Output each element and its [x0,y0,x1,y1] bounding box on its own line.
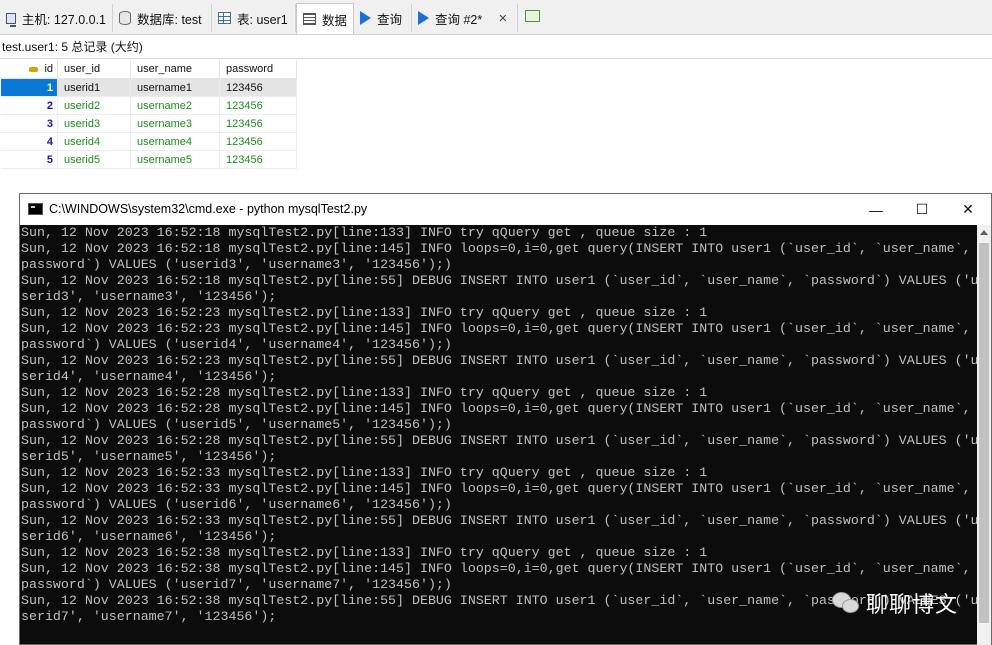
cell-user-name[interactable]: username1 [130,78,220,97]
close-icon[interactable]: ✕ [498,12,507,25]
data-grid: id user_id user_name password 1 userid1 … [1,60,297,169]
cell-password[interactable]: 123456 [219,78,297,97]
console-line: Sun, 12 Nov 2023 16:52:23 mysqlTest2.py[… [21,353,979,368]
table-row[interactable]: 3 userid3 username3 123456 [1,114,297,133]
tab-query-2-label: 查询 #2* [435,12,483,27]
console-line: Sun, 12 Nov 2023 16:52:33 mysqlTest2.py[… [21,481,979,496]
scroll-up-icon[interactable] [980,230,988,235]
tab-data[interactable]: 数据 [296,3,354,34]
cell-user-id[interactable]: userid2 [57,96,131,115]
cell-user-name[interactable]: username2 [130,96,220,115]
database-icon [119,11,131,25]
tab-database[interactable]: 数据库: test [113,4,212,32]
console-line: serid4', 'username4', '123456'); [21,369,277,384]
table-row[interactable]: 4 userid4 username4 123456 [1,132,297,151]
console-line: password`) VALUES ('userid4', 'username4… [21,337,452,352]
divider [0,58,992,59]
tab-table-label: 表: user1 [237,12,288,27]
minimize-button[interactable]: — [853,194,899,225]
cell-id[interactable]: 2 [1,96,58,115]
console-line: Sun, 12 Nov 2023 16:52:18 mysqlTest2.py[… [21,241,979,256]
console-line: Sun, 12 Nov 2023 16:52:28 mysqlTest2.py[… [21,385,708,400]
cell-id[interactable]: 1 [1,78,58,97]
console-line: Sun, 12 Nov 2023 16:52:38 mysqlTest2.py[… [21,545,708,560]
cmd-window: C:\WINDOWS\system32\cmd.exe - python mys… [19,193,992,645]
cell-password[interactable]: 123456 [219,114,297,133]
console-line: Sun, 12 Nov 2023 16:52:33 mysqlTest2.py[… [21,513,979,528]
tab-query-2[interactable]: 查询 #2* ✕ [412,4,518,32]
cell-user-id[interactable]: userid4 [57,132,131,151]
console-line: Sun, 12 Nov 2023 16:52:33 mysqlTest2.py[… [21,465,708,480]
column-header-id[interactable]: id [1,60,58,79]
tab-host-label: 主机: 127.0.0.1 [21,12,106,27]
record-count-info: test.user1: 5 总记录 (大约) [2,40,143,54]
cell-id[interactable]: 3 [1,114,58,133]
console-line: Sun, 12 Nov 2023 16:52:28 mysqlTest2.py[… [21,401,979,416]
cell-password[interactable]: 123456 [219,150,297,169]
console-line: Sun, 12 Nov 2023 16:52:18 mysqlTest2.py[… [21,225,708,240]
cell-password[interactable]: 123456 [219,132,297,151]
console-line: Sun, 12 Nov 2023 16:52:38 mysqlTest2.py[… [21,561,979,576]
column-header-id-label: id [44,63,53,75]
cmd-window-title: C:\WINDOWS\system32\cmd.exe - python mys… [49,202,368,216]
scrollbar-thumb[interactable] [979,243,989,623]
cell-password[interactable]: 123456 [219,96,297,115]
watermark: 聊聊博文 [832,588,958,618]
tab-table[interactable]: 表: user1 [212,4,296,32]
tab-host[interactable]: 主机: 127.0.0.1 [0,4,113,32]
close-button[interactable]: ✕ [945,194,991,225]
host-icon [6,12,16,27]
console-line: password`) VALUES ('userid5', 'username5… [21,417,452,432]
console-line: Sun, 12 Nov 2023 16:52:23 mysqlTest2.py[… [21,305,708,320]
tab-query-label: 查询 [377,12,403,27]
cell-id[interactable]: 5 [1,150,58,169]
tab-database-label: 数据库: test [137,12,202,27]
column-header-password[interactable]: password [219,60,297,79]
console-icon [28,203,43,215]
table-row[interactable]: 1 userid1 username1 123456 [1,78,297,97]
wechat-icon [832,591,860,615]
cell-user-name[interactable]: username4 [130,132,220,151]
maximize-button[interactable]: ☐ [899,194,945,225]
tab-data-label: 数据 [321,13,347,28]
tab-bar: 主机: 127.0.0.1 数据库: test 表: user1 数据 查询 查… [0,0,992,35]
table-row[interactable]: 2 userid2 username2 123456 [1,96,297,115]
primary-key-icon [29,66,39,72]
cell-user-id[interactable]: userid1 [57,78,131,97]
grid-header-row: id user_id user_name password [1,60,297,79]
column-header-user-id[interactable]: user_id [57,60,131,79]
cmd-title-bar[interactable]: C:\WINDOWS\system32\cmd.exe - python mys… [20,194,991,225]
tab-query[interactable]: 查询 [354,4,412,32]
console-line: Sun, 12 Nov 2023 16:52:18 mysqlTest2.py[… [21,273,979,288]
console-line: password`) VALUES ('userid3', 'username3… [21,257,452,272]
cell-user-id[interactable]: userid5 [57,150,131,169]
cell-user-name[interactable]: username5 [130,150,220,169]
console-line: Sun, 12 Nov 2023 16:52:23 mysqlTest2.py[… [21,321,979,336]
console-line: serid5', 'username5', '123456'); [21,449,277,464]
column-header-user-name[interactable]: user_name [130,60,220,79]
cell-user-name[interactable]: username3 [130,114,220,133]
query-run-icon [418,11,429,25]
scrollbar[interactable] [977,225,991,645]
console-line: serid3', 'username3', '123456'); [21,289,277,304]
cell-id[interactable]: 4 [1,132,58,151]
console-line: Sun, 12 Nov 2023 16:52:28 mysqlTest2.py[… [21,433,979,448]
console-line: password`) VALUES ('userid6', 'username6… [21,497,452,512]
query-run-icon [360,11,371,25]
console-line: serid6', 'username6', '123456'); [21,529,277,544]
table-row[interactable]: 5 userid5 username5 123456 [1,150,297,169]
console-output[interactable]: Sun, 12 Nov 2023 16:52:18 mysqlTest2.py[… [20,225,979,645]
watermark-text: 聊聊博文 [866,593,959,618]
new-query-icon[interactable] [525,10,540,22]
table-icon [218,12,231,24]
data-grid-icon [303,13,316,25]
cell-user-id[interactable]: userid3 [57,114,131,133]
